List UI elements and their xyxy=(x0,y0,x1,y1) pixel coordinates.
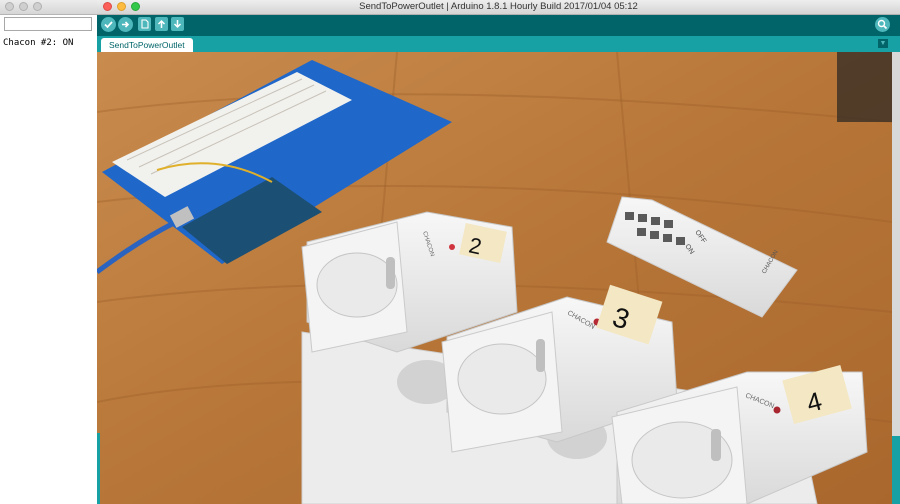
zoom-button[interactable] xyxy=(33,2,42,11)
arrow-up-icon xyxy=(157,19,166,28)
tab-sendtopoweroutlet[interactable]: SendToPowerOutlet xyxy=(101,38,193,52)
ide-toolbar xyxy=(97,15,900,36)
arduino-ide-window: SendToPowerOutlet | Arduino 1.8.1 Hourly… xyxy=(97,0,900,504)
console-edge xyxy=(97,433,100,504)
arrow-right-icon xyxy=(122,21,130,28)
new-sketch-button[interactable] xyxy=(138,17,151,31)
minimize-button[interactable] xyxy=(19,2,28,11)
arrow-down-icon xyxy=(173,20,182,29)
magnifier-icon xyxy=(877,19,888,30)
check-icon xyxy=(104,21,113,29)
sketch-tabs: SendToPowerOutlet ▼ xyxy=(97,36,900,52)
video-frame: OFF ON CHACON 2 CHACON 3 CHACON 4 CHACON xyxy=(97,52,892,504)
serial-monitor-window: Chacon #2: ON xyxy=(0,0,98,504)
window-title: SendToPowerOutlet | Arduino 1.8.1 Hourly… xyxy=(359,1,638,12)
editor-right-edge xyxy=(892,52,900,504)
new-file-icon xyxy=(141,19,149,29)
photo-scene: OFF ON CHACON 2 CHACON 3 CHACON 4 CHACON xyxy=(97,52,892,504)
save-sketch-button[interactable] xyxy=(171,17,184,31)
close-button[interactable] xyxy=(5,2,14,11)
serial-send-input[interactable] xyxy=(4,17,92,31)
chevron-down-icon: ▼ xyxy=(879,40,887,47)
window-controls xyxy=(5,2,42,11)
tab-menu-button[interactable]: ▼ xyxy=(878,39,888,48)
serial-monitor-button[interactable] xyxy=(875,17,890,32)
verify-button[interactable] xyxy=(101,17,116,32)
serial-output-line: Chacon #2: ON xyxy=(3,38,74,48)
upload-button[interactable] xyxy=(118,17,133,32)
editor-scroll-area xyxy=(892,52,900,436)
serial-monitor-titlebar xyxy=(0,0,97,15)
ide-titlebar: SendToPowerOutlet | Arduino 1.8.1 Hourly… xyxy=(97,0,900,15)
open-sketch-button[interactable] xyxy=(155,17,168,31)
